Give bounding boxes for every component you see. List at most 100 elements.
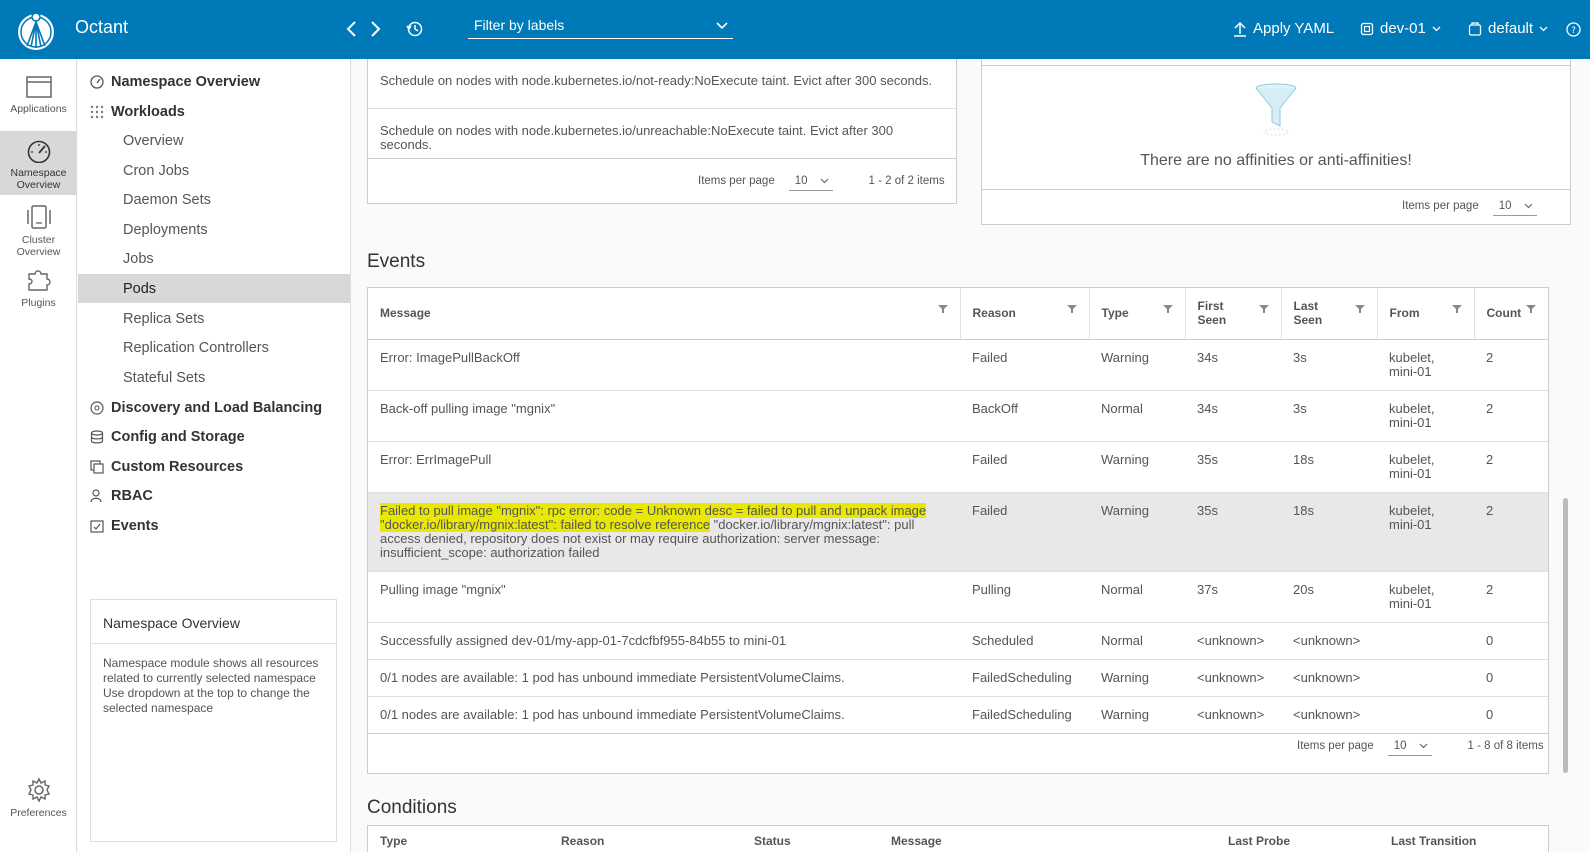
filter-icon[interactable] (1354, 304, 1365, 314)
col-status[interactable]: Status (754, 834, 791, 848)
filter-icon[interactable] (937, 304, 948, 314)
nav-rbac[interactable]: RBAC (78, 481, 350, 510)
event-last-seen: 18s (1281, 492, 1377, 572)
filter-icon[interactable] (1258, 304, 1269, 314)
event-message: Back-off pulling image "mgnix" (368, 390, 960, 442)
affinities-pager: Items per page 10 (1402, 196, 1537, 216)
nav-deployments[interactable]: Deployments (78, 215, 350, 244)
filter-icon[interactable] (1526, 304, 1536, 314)
nav-namespace-overview[interactable]: Namespace Overview (78, 67, 350, 96)
octant-logo-icon[interactable] (16, 8, 56, 52)
tolerations-card: Schedule on nodes with node.kubernetes.i… (367, 59, 957, 204)
event-type: Normal (1089, 571, 1185, 623)
rail-applications[interactable]: Applications (0, 75, 77, 125)
event-reason: BackOff (960, 390, 1089, 442)
calendar-check-icon (90, 519, 104, 533)
nav-label: Discovery and Load Balancing (111, 399, 323, 416)
nav-stateful-sets[interactable]: Stateful Sets (78, 363, 350, 392)
col-reason[interactable]: Reason (561, 834, 604, 848)
col-type[interactable]: Type (380, 834, 407, 848)
event-last-seen: 20s (1281, 571, 1377, 623)
nav-replication-controllers[interactable]: Replication Controllers (78, 333, 350, 362)
history-icon[interactable] (405, 19, 425, 39)
help-icon[interactable]: ? (1566, 22, 1581, 37)
nav-label: Events (111, 517, 159, 534)
event-reason: FailedScheduling (960, 696, 1089, 734)
col-message[interactable]: Message (368, 288, 961, 340)
nav-replica-sets[interactable]: Replica Sets (78, 304, 350, 333)
gauge-icon (90, 74, 104, 89)
col-type[interactable]: Type (1089, 288, 1186, 340)
col-label: From (1389, 306, 1420, 321)
event-first-seen: 35s (1185, 492, 1281, 572)
nav-label: Deployments (123, 221, 208, 238)
event-row: Pulling image "mgnix" Pulling Normal 37s… (368, 571, 1548, 623)
nav-events[interactable]: Events (78, 511, 350, 540)
col-last-transition[interactable]: Last Transition (1391, 834, 1476, 848)
page-size-select[interactable]: 10 (1387, 736, 1432, 756)
event-first-seen: <unknown> (1185, 622, 1281, 660)
items-per-page-label: Items per page (698, 175, 775, 187)
event-last-seen: <unknown> (1281, 622, 1377, 660)
col-last-seen[interactable]: Last Seen (1281, 288, 1378, 340)
nav-overview[interactable]: Overview (78, 126, 350, 155)
rail-namespace-overview[interactable]: Namespace Overview (0, 131, 77, 195)
col-reason[interactable]: Reason (960, 288, 1090, 340)
rail-preferences[interactable]: Preferences (0, 777, 77, 832)
nav-jobs[interactable]: Jobs (78, 244, 350, 273)
chevron-down-icon (1524, 203, 1532, 209)
col-label: Count (1486, 306, 1522, 321)
page-scrollbar[interactable] (1563, 498, 1568, 773)
event-row: 0/1 nodes are available: 1 pod has unbou… (368, 659, 1548, 697)
back-arrow-icon[interactable] (344, 18, 360, 40)
event-from: kubelet, mini-01 (1377, 571, 1474, 623)
event-message: Failed to pull image "mgnix": rpc error:… (368, 492, 960, 572)
context-dropdown[interactable]: dev-01 (1360, 20, 1441, 37)
col-message[interactable]: Message (891, 834, 942, 848)
user-key-icon (90, 488, 102, 502)
col-last-probe[interactable]: Last Probe (1228, 834, 1290, 848)
nav-config-storage[interactable]: Config and Storage (78, 422, 350, 451)
event-count: 0 (1474, 622, 1548, 660)
nav-discovery-load-balancing[interactable]: Discovery and Load Balancing (78, 393, 350, 422)
events-header-row: Message Reason Type First Seen Last Seen… (368, 288, 1548, 340)
label-filter-select[interactable]: Filter by labels (468, 17, 733, 39)
event-from (1377, 696, 1474, 734)
events-table: Message Reason Type First Seen Last Seen… (368, 288, 1548, 734)
namespace-dropdown[interactable]: default (1468, 20, 1548, 37)
event-count: 2 (1474, 441, 1548, 493)
page-size-select[interactable]: 10 (1492, 196, 1537, 216)
event-row: Successfully assigned dev-01/my-app-01-7… (368, 622, 1548, 660)
rail-plugins-label: Plugins (21, 297, 56, 309)
nav-cron-jobs[interactable]: Cron Jobs (78, 156, 350, 185)
apply-yaml-button[interactable]: Apply YAML (1233, 20, 1334, 37)
forward-arrow-icon[interactable] (367, 18, 383, 40)
event-type: Warning (1089, 441, 1185, 493)
nav-pods[interactable]: Pods (78, 274, 350, 303)
event-count: 2 (1474, 492, 1548, 572)
conditions-title: Conditions (367, 797, 457, 818)
nav-label: Overview (123, 132, 184, 149)
nav-custom-resources[interactable]: Custom Resources (78, 452, 350, 481)
nav-workloads[interactable]: Workloads (78, 97, 350, 126)
filter-icon[interactable] (1066, 304, 1077, 314)
help-card-body: Namespace module shows all resources rel… (103, 656, 319, 715)
nav-label: Stateful Sets (123, 369, 206, 386)
col-from[interactable]: From (1377, 288, 1475, 340)
rail-cluster-overview[interactable]: Cluster Overview (0, 204, 77, 259)
page-size-select[interactable]: 10 (788, 171, 833, 191)
rail-plugins[interactable]: Plugins (0, 267, 77, 317)
col-count[interactable]: Count (1474, 288, 1548, 340)
filter-icon[interactable] (1162, 304, 1173, 314)
nav-label: Cron Jobs (123, 162, 190, 179)
event-type: Warning (1089, 339, 1185, 391)
cluster-context-icon (1360, 22, 1374, 35)
items-per-page-label: Items per page (1297, 740, 1374, 752)
events-title: Events (367, 251, 426, 272)
filter-icon[interactable] (1451, 304, 1462, 314)
nav-daemon-sets[interactable]: Daemon Sets (78, 185, 350, 214)
rail-namespace-overview-label: Namespace Overview (10, 167, 67, 191)
event-first-seen: 34s (1185, 339, 1281, 391)
event-first-seen: <unknown> (1185, 659, 1281, 697)
col-first-seen[interactable]: First Seen (1185, 288, 1282, 340)
